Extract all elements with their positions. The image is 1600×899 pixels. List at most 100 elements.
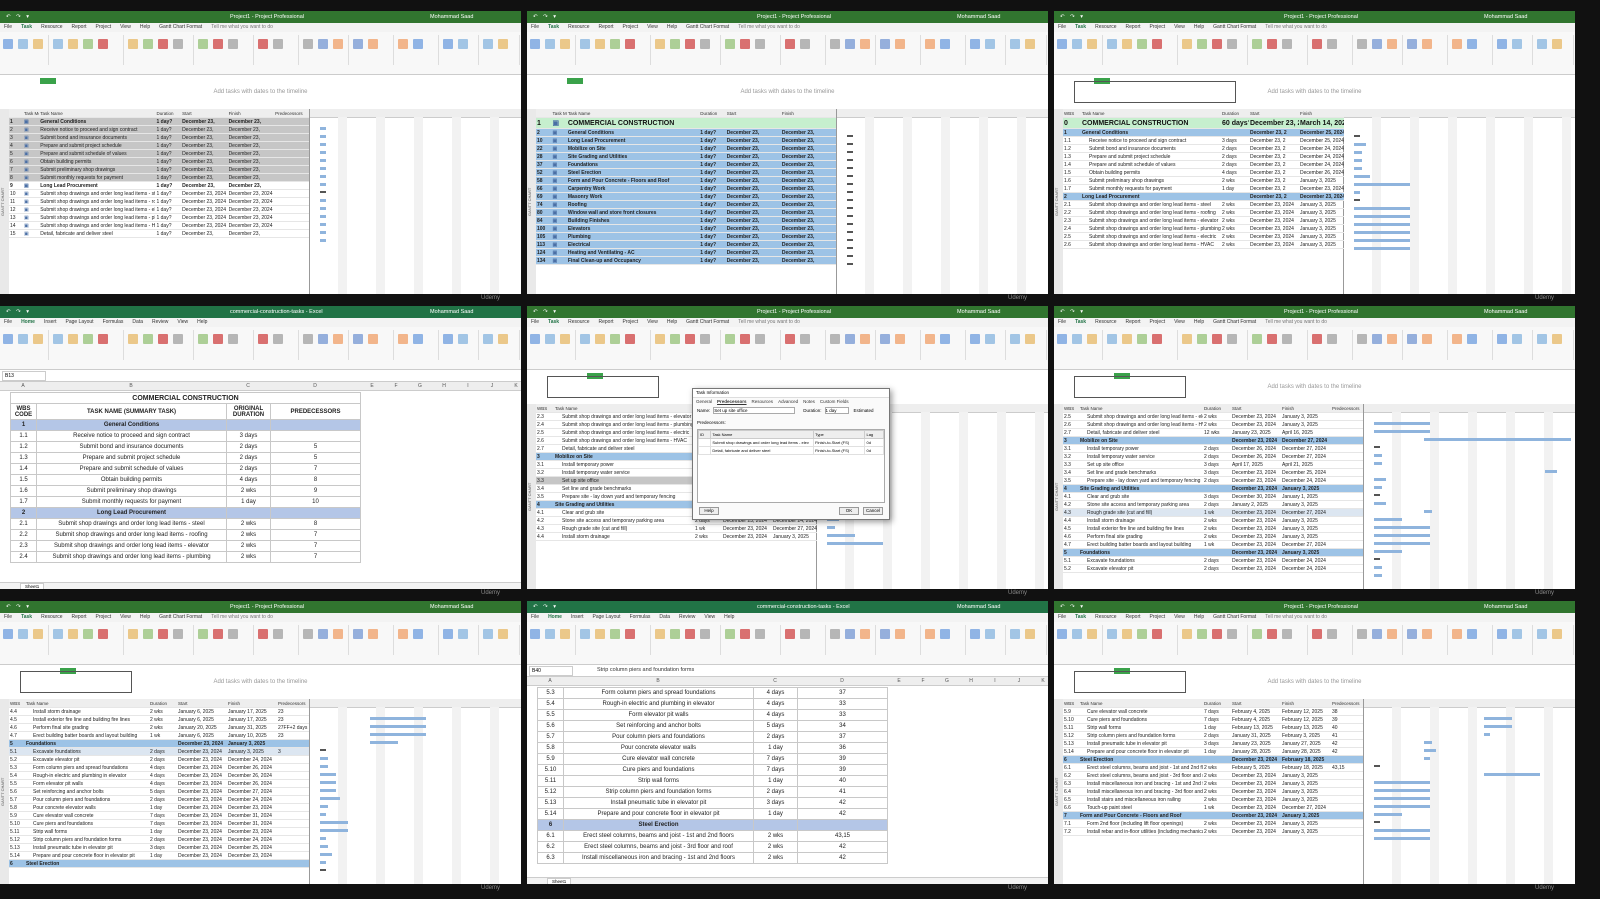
tab-project[interactable]: Project	[623, 319, 639, 325]
gantt-task-bar[interactable]	[1354, 135, 1360, 137]
task-row[interactable]: 5.9 Cure elevator wall concrete 7 days Febr…	[1063, 707, 1363, 716]
table-cell[interactable]: 1 day	[753, 742, 798, 754]
table-row[interactable]: 5.10 Cure piers and foundations 7 days 39	[537, 764, 888, 776]
table-row[interactable]: 5.13 Install pneumatic tube in elevator p…	[537, 797, 888, 809]
ribbon-button-icon[interactable]	[143, 334, 153, 344]
dialog-tab[interactable]: Resources	[752, 399, 774, 404]
task-row[interactable]: 4.4 Install storm drainage 2 wks December 2…	[1063, 516, 1363, 525]
task-row[interactable]: 2 ▣ General Conditions 1 day? December 23, De…	[536, 128, 836, 137]
gantt-task-bar[interactable]	[320, 853, 332, 856]
task-row[interactable]: 66 ▣ Carpentry Work 1 day? December 23, Decem…	[536, 184, 836, 193]
ribbon-button-icon[interactable]	[1422, 334, 1432, 344]
tab-resource[interactable]: Resource	[568, 319, 589, 325]
ribbon-button-icon[interactable]	[143, 39, 153, 49]
gantt-task-bar[interactable]	[370, 741, 398, 744]
task-row[interactable]: 4.2 Stone site access and temporary parki…	[1063, 500, 1363, 509]
ribbon-button-icon[interactable]	[483, 39, 493, 49]
tab-resource[interactable]: Resource	[568, 24, 589, 30]
sheet-tab[interactable]: Sheet1	[547, 878, 572, 884]
table-cell[interactable]: 37	[797, 731, 888, 743]
task-row[interactable]: 5.10 Cure piers and foundations 7 days Febr…	[1063, 715, 1363, 724]
task-row[interactable]: 22 ▣ Mobilize on Site 1 day? December 23, Dec…	[536, 144, 836, 153]
table-cell[interactable]: 2 days	[753, 731, 798, 743]
table-cell[interactable]: 42	[797, 852, 888, 864]
table-cell[interactable]: 5	[270, 452, 361, 464]
table-cell[interactable]: 7	[270, 529, 361, 541]
tab-project[interactable]: Project	[96, 24, 112, 30]
column-header[interactable]	[536, 109, 552, 118]
task-row[interactable]: 5.7 Pour column piers and foundations 2 da…	[9, 795, 309, 804]
table-cell[interactable]: 2	[10, 507, 37, 519]
ribbon-button-icon[interactable]	[785, 334, 795, 344]
gantt-task-bar[interactable]	[1354, 207, 1410, 210]
gantt-task-bar[interactable]	[320, 135, 326, 138]
table-cell[interactable]: 5.9	[537, 753, 564, 765]
gantt-task-bar[interactable]	[1374, 550, 1402, 553]
ribbon-button-icon[interactable]	[18, 629, 28, 639]
column-letter[interactable]: D	[797, 677, 887, 685]
task-row[interactable]: 105 ▣ Plumbing 1 day? December 23, December 2…	[536, 232, 836, 241]
table-row[interactable]: 5.3 Form column piers and spread foundati…	[537, 687, 888, 699]
gantt-task-bar[interactable]	[847, 167, 853, 169]
task-row[interactable]: 6 Steel Erection December 23, 2024 February…	[1063, 755, 1363, 764]
ribbon-button-icon[interactable]	[985, 629, 995, 639]
ribbon-button-icon[interactable]	[53, 629, 63, 639]
gantt-task-bar[interactable]	[1424, 749, 1436, 752]
gantt-task-bar[interactable]	[1354, 143, 1366, 146]
table-cell[interactable]: 2.3	[10, 540, 37, 552]
table-cell[interactable]: 36	[797, 742, 888, 754]
table-cell[interactable]: Set reinforcing and anchor bolts	[563, 720, 754, 732]
table-cell[interactable]: 6.1	[537, 830, 564, 842]
column-header[interactable]: Predecessors	[1331, 699, 1363, 708]
ribbon-button-icon[interactable]	[880, 334, 890, 344]
tab-gantt-chart-format[interactable]: Gantt Chart Format	[1213, 24, 1256, 30]
ribbon-button-icon[interactable]	[198, 629, 208, 639]
duration-field[interactable]: 1 day	[824, 407, 849, 414]
gantt-task-bar[interactable]	[320, 175, 326, 178]
task-row[interactable]: 4.3 Rough grade site (cut and fill) 1 wk De…	[536, 524, 822, 533]
user-name[interactable]: Mohammad Saad	[1484, 601, 1527, 613]
ribbon-button-icon[interactable]	[353, 629, 363, 639]
ribbon-button-icon[interactable]	[560, 334, 570, 344]
ribbon-button-icon[interactable]	[1372, 334, 1382, 344]
table-row[interactable]: 5.6 Set reinforcing and anchor bolts 5 day…	[537, 720, 888, 732]
table-cell[interactable]: 7 days	[753, 764, 798, 776]
table-cell[interactable]: 4 days	[753, 698, 798, 710]
ribbon-button-icon[interactable]	[545, 39, 555, 49]
tab-file[interactable]: File	[531, 319, 539, 325]
dialog-tab[interactable]: Advanced	[778, 399, 798, 404]
table-cell[interactable]: 42	[797, 841, 888, 853]
ribbon-button-icon[interactable]	[333, 334, 343, 344]
table-cell[interactable]: 1 day	[226, 496, 271, 508]
ribbon-button-icon[interactable]	[318, 629, 328, 639]
user-name[interactable]: Mohammad Saad	[430, 306, 473, 318]
column-letter[interactable]: G	[935, 677, 959, 685]
column-header[interactable]: Task Name	[1079, 404, 1203, 413]
ribbon-button-icon[interactable]	[860, 39, 870, 49]
column-letter[interactable]: C	[226, 382, 270, 390]
gantt-task-bar[interactable]	[1374, 430, 1430, 433]
column-header[interactable]: Start	[1231, 404, 1281, 413]
dialog-tab[interactable]: Predecessors	[717, 399, 747, 404]
ribbon-button-icon[interactable]	[1182, 39, 1192, 49]
task-row[interactable]: 74 ▣ Roofing 1 day? December 23, December 23,	[536, 200, 836, 209]
table-cell[interactable]: 8	[270, 474, 361, 486]
ribbon-button-icon[interactable]	[3, 334, 13, 344]
table-row[interactable]: 1.4 Prepare and submit schedule of values…	[10, 463, 361, 475]
ribbon-button-icon[interactable]	[1025, 334, 1035, 344]
tab-task[interactable]: Task	[1075, 24, 1086, 30]
table-cell[interactable]: 2 days	[226, 441, 271, 453]
ribbon-button-icon[interactable]	[1537, 334, 1547, 344]
table-row[interactable]: 5.12 Strip column piers and foundation fo…	[537, 786, 888, 798]
ribbon-button-icon[interactable]	[1137, 629, 1147, 639]
tab-gantt-chart-format[interactable]: Gantt Chart Format	[686, 319, 729, 325]
predecessor-cell[interactable]: Finish-to-Start (FS)	[813, 438, 866, 447]
tab-help[interactable]: Help	[667, 24, 677, 30]
ribbon-button-icon[interactable]	[1212, 39, 1222, 49]
table-header-cell[interactable]: WBS CODE	[10, 403, 37, 420]
column-header[interactable]: WBS	[536, 404, 554, 413]
ribbon-button-icon[interactable]	[413, 629, 423, 639]
task-row[interactable]: 4.7 Erect building batter boards and layo…	[9, 731, 309, 740]
column-header[interactable]: Finish	[227, 109, 275, 118]
tab-help[interactable]: Help	[140, 614, 150, 620]
